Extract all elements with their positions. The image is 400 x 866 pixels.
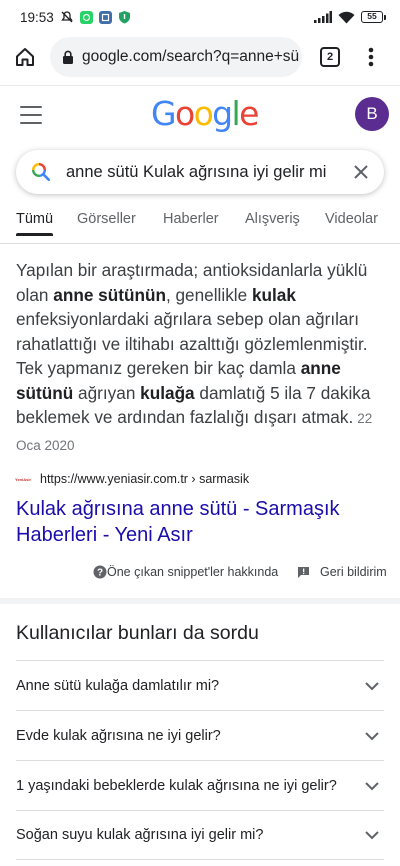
shield-icon bbox=[118, 11, 130, 24]
whatsapp-icon bbox=[79, 10, 93, 24]
tab-shopping[interactable]: Alışveriş bbox=[245, 211, 300, 227]
url-text: google.com/search?q=anne+sü bbox=[82, 48, 300, 65]
section-divider bbox=[0, 598, 400, 604]
featured-snippet-text: Yapılan bir araştırmada; antioksidanlarl… bbox=[16, 258, 386, 458]
paa-question-item[interactable]: Evde kulak ağrısına ne iyi gelir? bbox=[16, 710, 384, 760]
wifi-icon bbox=[338, 11, 355, 23]
chevron-down-icon bbox=[365, 681, 379, 690]
tab-images[interactable]: Görseller bbox=[77, 211, 136, 227]
google-header: Google B bbox=[0, 86, 400, 146]
logo-letter: l bbox=[231, 94, 241, 133]
paa-question-item[interactable]: 1 yaşındaki bebeklerde kulak ağrısına ne… bbox=[16, 760, 384, 810]
snippet-footer: ? Öne çıkan snippet'ler hakkında Geri bi… bbox=[0, 562, 400, 584]
paa-question-item[interactable]: Anne sütü kulağa damlatılır mi? bbox=[16, 660, 384, 710]
snippet-highlight: anne sütünün bbox=[53, 284, 166, 305]
avatar[interactable]: B bbox=[355, 97, 389, 131]
battery-icon: 55 bbox=[361, 11, 386, 23]
chevron-down-icon bbox=[365, 831, 379, 840]
help-icon: ? bbox=[93, 565, 107, 579]
app-notification-icon bbox=[98, 10, 112, 24]
logo-letter: g bbox=[212, 94, 233, 133]
snippet-highlight: kulak bbox=[251, 284, 296, 305]
paa-question-item[interactable]: Soğan suyu kulak ağrısına iyi gelir mi? bbox=[16, 810, 384, 860]
lock-icon bbox=[63, 50, 73, 64]
logo-letter: o bbox=[174, 94, 195, 133]
clear-search-button[interactable] bbox=[350, 161, 372, 183]
browser-toolbar: google.com/search?q=anne+sü 2 bbox=[0, 34, 400, 80]
tab-all[interactable]: Tümü bbox=[16, 211, 53, 227]
address-bar[interactable]: google.com/search?q=anne+sü bbox=[50, 37, 302, 77]
snippet-text: , genellikle bbox=[165, 284, 252, 305]
logo-letter: e bbox=[239, 94, 259, 133]
logo-letter: G bbox=[151, 94, 177, 133]
site-favicon-icon: YeniAsir bbox=[15, 476, 32, 482]
tabs-divider bbox=[0, 243, 400, 244]
paa-question-text: 1 yaşındaki bebeklerde kulak ağrısına ne… bbox=[16, 777, 337, 794]
feedback-icon bbox=[298, 566, 309, 578]
search-tabs: Tümü Görseller Haberler Alışveriş Videol… bbox=[0, 200, 400, 244]
tab-news[interactable]: Haberler bbox=[163, 211, 219, 227]
more-vert-icon bbox=[368, 47, 374, 67]
home-icon bbox=[16, 48, 34, 66]
source-url: https://www.yeniasir.com.tr › sarmasik bbox=[40, 472, 250, 486]
status-bar: 19:53 55 bbox=[0, 0, 400, 34]
more-options-button[interactable] bbox=[356, 42, 386, 72]
home-button[interactable] bbox=[0, 34, 50, 80]
snippet-body: Yapılan bir araştırmada; antioksidanlarl… bbox=[16, 260, 370, 427]
tab-switcher-button[interactable]: 2 bbox=[320, 47, 340, 67]
mute-icon bbox=[60, 11, 73, 23]
feedback-button[interactable]: Geri bildirim bbox=[297, 565, 387, 579]
people-also-ask-title: Kullanıcılar bunları da sordu bbox=[16, 622, 259, 644]
hamburger-menu-icon[interactable] bbox=[20, 106, 42, 124]
people-also-ask-list: Anne sütü kulağa damlatılır mi? Evde kula… bbox=[16, 660, 384, 860]
battery-level: 55 bbox=[361, 11, 383, 23]
status-time: 19:53 bbox=[20, 9, 54, 25]
result-title-link[interactable]: Kulak ağrısına anne sütü - Sarmaşık Habe… bbox=[16, 496, 386, 548]
chevron-down-icon bbox=[365, 781, 379, 790]
tab-videos[interactable]: Videolar bbox=[325, 211, 378, 227]
snippet-highlight: kulağa bbox=[140, 382, 195, 403]
feedback-label: Geri bildirim bbox=[320, 565, 387, 579]
paa-question-text: Soğan suyu kulak ağrısına iyi gelir mi? bbox=[16, 827, 264, 843]
close-icon bbox=[354, 165, 368, 179]
paa-question-text: Evde kulak ağrısına ne iyi gelir? bbox=[16, 727, 221, 744]
svg-text:?: ? bbox=[97, 568, 103, 579]
about-snippets-button[interactable]: ? Öne çıkan snippet'ler hakkında bbox=[93, 565, 278, 579]
result-source[interactable]: YeniAsir https://www.yeniasir.com.tr › s… bbox=[15, 472, 250, 486]
search-box[interactable]: anne sütü Kulak ağrısına iyi gelir mi bbox=[16, 150, 384, 194]
search-icon bbox=[32, 163, 50, 181]
about-snippets-label: Öne çıkan snippet'ler hakkında bbox=[107, 565, 279, 579]
search-input[interactable]: anne sütü Kulak ağrısına iyi gelir mi bbox=[66, 163, 326, 182]
signal-icon bbox=[314, 11, 332, 23]
active-tab-indicator bbox=[16, 233, 53, 236]
paa-question-text: Anne sütü kulağa damlatılır mi? bbox=[16, 677, 220, 694]
google-logo[interactable]: Google bbox=[151, 94, 259, 133]
chevron-down-icon bbox=[365, 731, 379, 740]
snippet-text: ağrıyan bbox=[73, 382, 141, 403]
logo-letter: o bbox=[193, 94, 214, 133]
